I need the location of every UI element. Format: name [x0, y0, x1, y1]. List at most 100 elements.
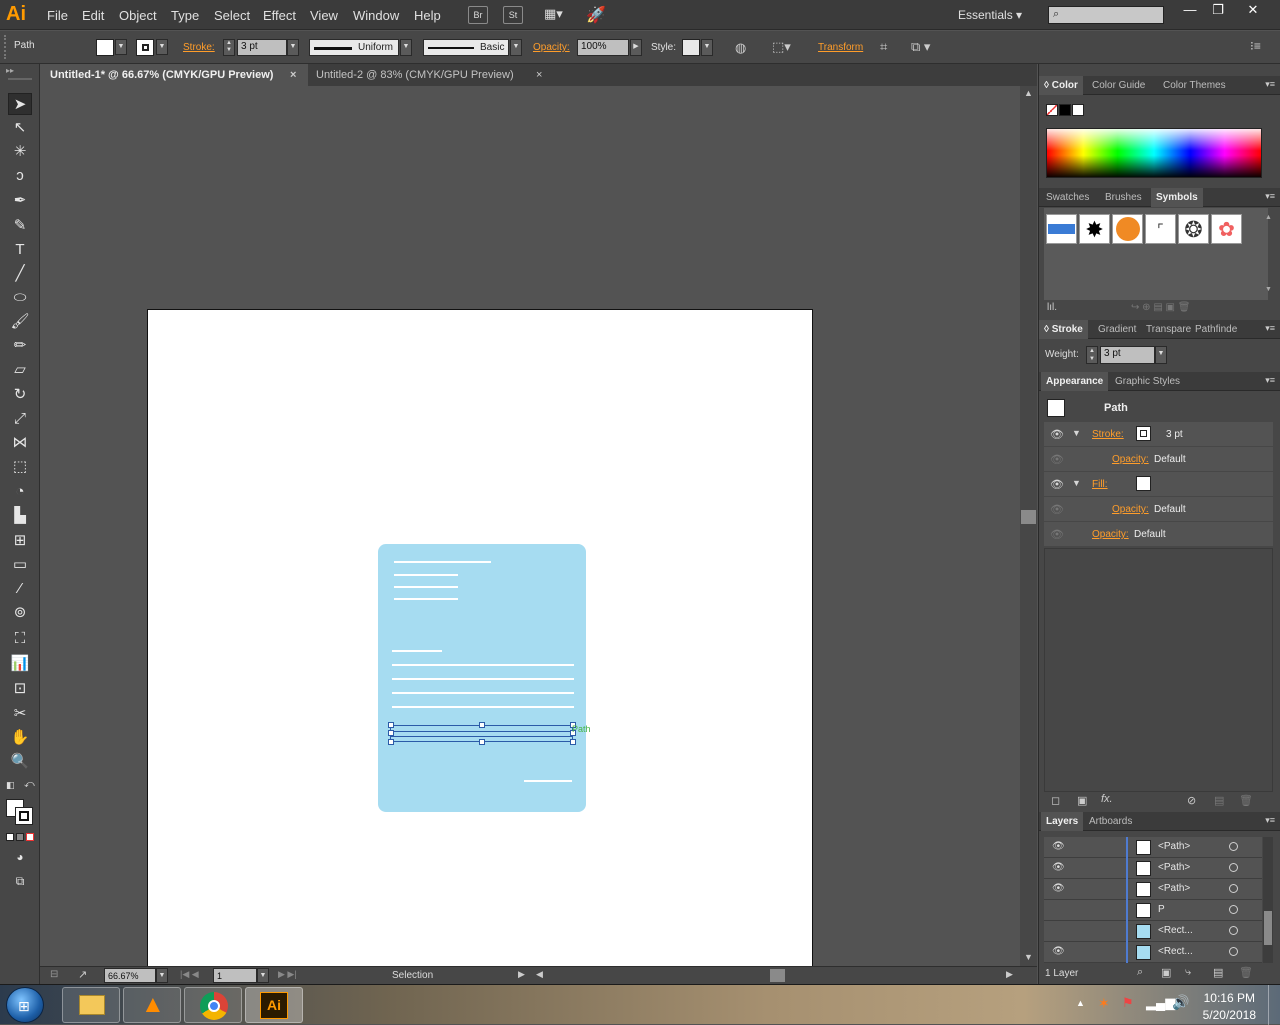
menu-edit[interactable]: Edit [82, 8, 104, 23]
layer-target-icon[interactable] [1229, 926, 1238, 935]
symbol-corner[interactable]: ⌜ [1145, 214, 1176, 244]
stroke-weight-field[interactable]: 3 pt [237, 39, 287, 56]
slice-tool-icon[interactable]: ✂ [8, 703, 32, 725]
pencil-tool-icon[interactable]: ✏ [8, 335, 32, 357]
layer-visibility-eye-icon[interactable]: 👁 [1052, 862, 1065, 873]
white-swatch[interactable] [1072, 104, 1084, 116]
menu-view[interactable]: View [310, 8, 338, 23]
direct-selection-tool-icon[interactable]: ↖ [8, 117, 32, 139]
add-effect-icon[interactable]: fx. [1101, 793, 1113, 805]
appearance-stroke-opacity-row[interactable]: 👁 Opacity: Default [1044, 447, 1273, 472]
symbol-blue-banner[interactable] [1046, 214, 1077, 244]
layer-name[interactable]: <Rect... [1158, 946, 1193, 957]
scroll-up-icon[interactable]: ▲ [1024, 88, 1033, 98]
card-line[interactable] [392, 706, 574, 708]
menu-help[interactable]: Help [414, 8, 441, 23]
symbols-panel-menu-icon[interactable]: ▾≡ [1265, 191, 1275, 202]
tab-untitled-1[interactable]: Untitled-1* @ 66.67% (CMYK/GPU Preview) … [40, 64, 308, 86]
symbol-splatter[interactable]: ✸ [1079, 214, 1110, 244]
delete-item-icon[interactable]: 🗑 [1239, 794, 1253, 807]
ellipse-tool-icon[interactable]: ⬭ [8, 287, 32, 309]
locate-object-icon[interactable]: ⌕ [1137, 966, 1143, 979]
menu-window[interactable]: Window [353, 8, 399, 23]
card-line[interactable] [392, 664, 574, 666]
action-center-flag-icon[interactable]: ⚑ [1122, 995, 1134, 1011]
gpu-rocket-icon[interactable]: 🚀 [586, 5, 606, 25]
symbols-scroll-down-icon[interactable]: ▼ [1265, 286, 1272, 293]
none-swatch[interactable] [1046, 104, 1058, 116]
transform-link[interactable]: Transform [818, 42, 863, 53]
tab-swatches[interactable]: Swatches [1041, 188, 1094, 207]
collapse-toolbar-icon[interactable]: ▸▸ [6, 66, 14, 75]
symbol-libraries-icon[interactable]: lıl. [1047, 302, 1057, 313]
menu-effect[interactable]: Effect [263, 8, 296, 23]
card-line[interactable] [394, 574, 458, 576]
card-line[interactable] [524, 780, 572, 782]
stroke-label[interactable]: Stroke: [183, 42, 215, 53]
shape-builder-tool-icon[interactable]: ◔ [8, 481, 32, 503]
symbol-orange-button[interactable] [1112, 214, 1143, 244]
horizontal-scroll-thumb[interactable] [770, 969, 785, 982]
symbol-sprayer-tool-icon[interactable]: ⛶ [8, 628, 32, 650]
pen-tool-icon[interactable]: ✒ [8, 190, 32, 212]
width-tool-icon[interactable]: ⋈ [8, 432, 32, 454]
brush-definition[interactable]: Basic [423, 39, 509, 56]
tab-pathfinder[interactable]: Pathfinde [1190, 320, 1242, 339]
variable-width-profile[interactable]: Uniform [309, 39, 399, 56]
appearance-stroke-opacity-label[interactable]: Opacity: [1112, 454, 1149, 465]
selection-handle[interactable] [479, 739, 485, 745]
fill-dropdown[interactable]: ▼ [115, 39, 127, 55]
weight-stepper[interactable]: ▲ ▼ [1086, 346, 1098, 364]
layer-visibility-eye-icon[interactable]: 👁 [1052, 946, 1065, 957]
symbol-flower[interactable]: ✿ [1211, 214, 1242, 244]
scroll-right-icon[interactable]: ▶ [1006, 969, 1013, 980]
disclosure-triangle-icon[interactable]: ▼ [1072, 478, 1081, 488]
tab-appearance[interactable]: Appearance [1041, 372, 1109, 391]
graphic-style-swatch[interactable] [682, 39, 700, 56]
menu-select[interactable]: Select [214, 8, 250, 23]
zoom-tool-icon[interactable]: 🔍 [8, 751, 32, 773]
style-dropdown[interactable]: ▼ [701, 39, 713, 56]
eye-icon[interactable]: 👁 [1050, 453, 1064, 466]
layer-target-icon[interactable] [1229, 884, 1238, 893]
appearance-opacity-row[interactable]: 👁 Opacity: Default [1044, 522, 1273, 547]
add-new-fill-icon[interactable]: ▣ [1077, 794, 1087, 807]
gradient-tool-icon[interactable]: ▭ [8, 554, 32, 576]
artboard-tool-icon[interactable]: ⊡ [8, 678, 32, 700]
stroke-weight-stepper[interactable]: ▲ ▼ [223, 39, 235, 56]
appearance-stroke-label[interactable]: Stroke: [1092, 429, 1124, 440]
gradient-mode-icon[interactable] [16, 833, 24, 841]
weight-dropdown[interactable]: ▼ [1155, 346, 1167, 364]
tab-gradient[interactable]: Gradient [1093, 320, 1141, 339]
card-line[interactable] [392, 678, 574, 680]
close-window-button[interactable]: ✕ [1230, 0, 1276, 22]
selection-handle[interactable] [388, 722, 394, 728]
control-bar-grip[interactable] [4, 35, 6, 59]
vertical-scroll-thumb[interactable] [1021, 510, 1036, 524]
stroke-panel-menu-icon[interactable]: ▾≡ [1265, 323, 1275, 334]
stroke-swatch[interactable] [136, 39, 154, 56]
current-tool-status[interactable]: Selection [392, 970, 433, 981]
menu-type[interactable]: Type [171, 8, 199, 23]
tab-layers[interactable]: Layers [1041, 812, 1084, 831]
color-spectrum[interactable] [1046, 128, 1262, 178]
zoom-dropdown[interactable]: ▼ [156, 968, 168, 983]
curvature-tool-icon[interactable]: ✎ [8, 215, 32, 237]
scale-tool-icon[interactable]: ⤢ [8, 408, 32, 430]
opacity-slider-button[interactable]: ▶ [630, 39, 642, 56]
eraser-tool-icon[interactable]: ▱ [8, 359, 32, 381]
eyedropper-tool-icon[interactable]: ⁄ [8, 578, 32, 600]
layer-target-icon[interactable] [1229, 905, 1238, 914]
tab-symbols[interactable]: Symbols [1151, 188, 1203, 207]
tab-color-guide[interactable]: Color Guide [1087, 76, 1150, 95]
taskbar-chrome[interactable] [184, 987, 242, 1023]
brush-dropdown[interactable]: ▼ [510, 39, 522, 56]
layer-target-icon[interactable] [1229, 947, 1238, 956]
clipping-mask-icon[interactable]: ▣ [1161, 966, 1171, 979]
symbol-actions-icons[interactable]: ↪ ⊕ ▤ ▣ 🗑 [1131, 302, 1190, 313]
black-swatch[interactable] [1059, 104, 1071, 116]
appearance-fill-label[interactable]: Fill: [1092, 479, 1108, 490]
tab-untitled-2-close-icon[interactable]: × [536, 64, 542, 86]
selection-handle[interactable] [479, 722, 485, 728]
selection-handle[interactable] [570, 739, 576, 745]
